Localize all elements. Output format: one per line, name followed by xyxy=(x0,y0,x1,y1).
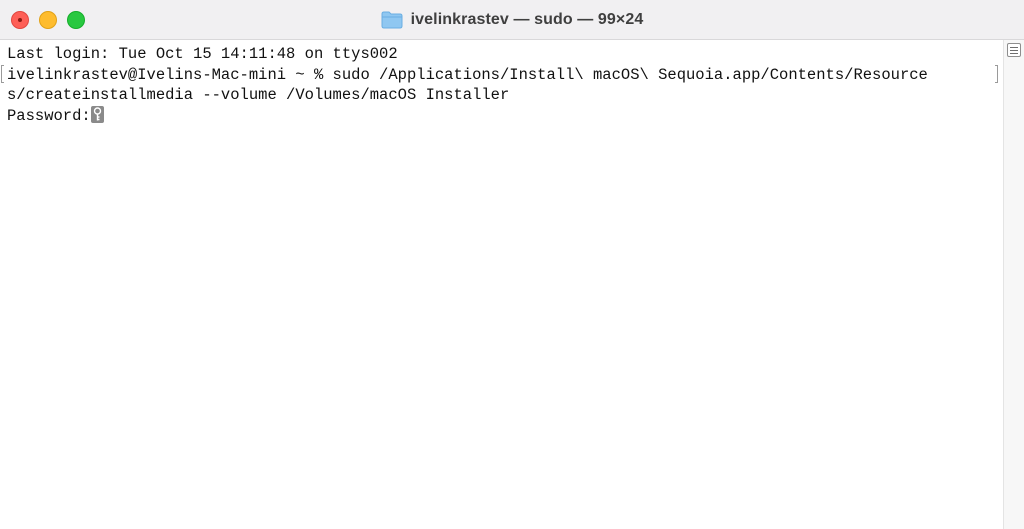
password-prompt: Password: xyxy=(7,106,91,125)
window-title-group: ivelinkrastev — sudo — 99×24 xyxy=(0,0,1024,40)
mark-bracket-left xyxy=(1,65,4,83)
title-bar[interactable]: ivelinkrastev — sudo — 99×24 xyxy=(0,0,1024,40)
window-title: ivelinkrastev — sudo — 99×24 xyxy=(410,11,644,28)
key-icon xyxy=(90,105,104,123)
terminal-output[interactable]: Last login: Tue Oct 15 14:11:48 on ttys0… xyxy=(0,40,1003,529)
scrollbar[interactable] xyxy=(1003,40,1024,529)
terminal-line-command: ivelinkrastev@Ivelins-Mac-mini ~ % sudo … xyxy=(7,65,928,84)
terminal-line-last-login: Last login: Tue Oct 15 14:11:48 on ttys0… xyxy=(7,45,398,63)
mark-bracket-right xyxy=(995,65,998,83)
scroll-marks-icon[interactable] xyxy=(1007,43,1021,57)
folder-icon xyxy=(381,11,403,29)
terminal-window: ivelinkrastev — sudo — 99×24 Last login:… xyxy=(0,0,1024,529)
terminal-line-password[interactable]: Password: xyxy=(7,105,1003,127)
terminal-line-command-continued: s/createinstallmedia --volume /Volumes/m… xyxy=(7,86,510,104)
